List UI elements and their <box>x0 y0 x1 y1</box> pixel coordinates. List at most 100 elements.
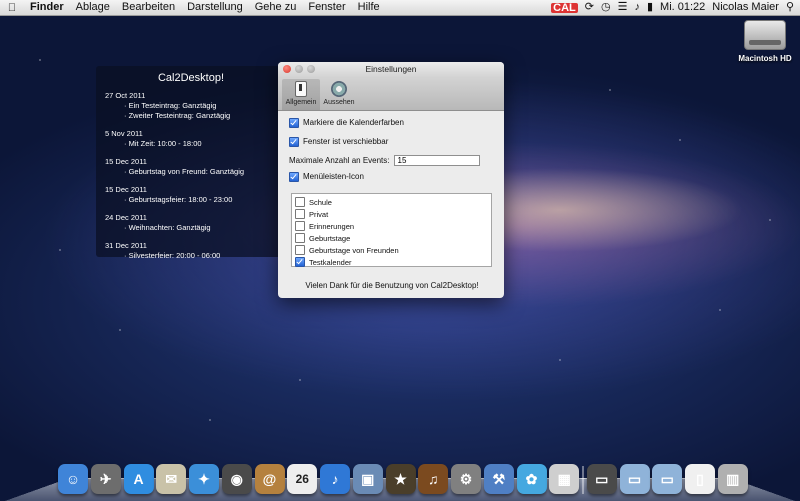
prefs-toolbar: Allgemein Aussehen <box>278 77 504 111</box>
list-item: Schule <box>292 196 491 208</box>
mail-icon[interactable]: ✉ <box>156 464 187 494</box>
zoom-button[interactable] <box>307 65 315 73</box>
tab-appearance[interactable]: Aussehen <box>320 79 358 110</box>
max-events-input[interactable] <box>393 155 480 166</box>
app-store-glyph: A <box>133 471 144 487</box>
event-entry: · Mit Zeit: 10:00 - 18:00 <box>124 139 202 148</box>
event-group: 24 Dec 2011 · Weihnachten: Ganztägig <box>105 213 286 233</box>
time-machine-icon[interactable]: ◷ <box>601 0 611 15</box>
cal2desktop-menu-icon[interactable]: CAL <box>551 2 578 13</box>
event-date: 24 Dec 2011 <box>105 213 147 222</box>
applications-folder-glyph: ▭ <box>595 470 609 487</box>
calendar-label: Testkalender <box>309 257 352 267</box>
downloads-folder-icon[interactable]: ▭ <box>652 464 683 494</box>
calendar-checkbox-testkalender[interactable] <box>295 257 305 267</box>
event-group: 15 Dec 2011 · Geburtstagsfeier: 18:00 - … <box>105 185 286 205</box>
documents-folder-icon[interactable]: ▭ <box>619 464 650 494</box>
twitter-icon[interactable]: ✿ <box>516 464 547 494</box>
system-preferences-icon[interactable]: ⚙ <box>451 464 481 494</box>
minimize-button[interactable] <box>295 65 303 73</box>
calendar-list[interactable]: Schule Privat Erinnerungen Geburtstage G… <box>291 193 492 267</box>
menu-fenster[interactable]: Fenster <box>302 0 351 15</box>
menu-ablage[interactable]: Ablage <box>70 0 116 15</box>
xcode-icon[interactable]: ⚒ <box>483 464 514 494</box>
close-button[interactable] <box>283 65 291 73</box>
garageband-glyph: ♫ <box>428 471 439 487</box>
event-entry: · Geburtstag von Freund: Ganztägig <box>124 167 245 176</box>
list-item: Geburtstage von Freunden <box>292 244 491 256</box>
user-name[interactable]: Nicolas Maier <box>712 0 779 15</box>
spotlight-icon[interactable]: ⚲ <box>786 0 794 15</box>
event-date: 31 Dec 2011 <box>105 241 147 250</box>
list-item: Privat <box>292 208 491 220</box>
dock: ☺ ✈ A ✉ ✦ ◉ @26 ♪ ▣ ★ ♫ ⚙ ⚒ ✿ ▦ ▭ ▭ ▭ ▯ ▥ <box>58 458 748 494</box>
option-calendar-colors: Markiere die Kalenderfarben <box>289 116 495 129</box>
finder-glyph: ☺ <box>65 471 81 487</box>
menu-gehe-zu[interactable]: Gehe zu <box>249 0 303 15</box>
facetime-icon[interactable]: ◉ <box>221 464 252 494</box>
battery-icon[interactable]: ▮ <box>647 0 653 15</box>
garageband-icon[interactable]: ♫ <box>418 464 449 494</box>
macintosh-hd[interactable]: Macintosh HD <box>735 20 795 63</box>
event-group: 31 Dec 2011 · Silvesterfeier: 20:00 - 06… <box>105 241 286 261</box>
itunes-icon[interactable]: ♪ <box>320 464 350 494</box>
iphoto-icon[interactable]: ▣ <box>352 464 383 494</box>
movable-label: Fenster ist verschiebbar <box>303 137 389 146</box>
event-group: 5 Nov 2011 · Mit Zeit: 10:00 - 18:00 <box>105 129 286 149</box>
option-max-events: Maximale Anzahl an Events: <box>289 154 495 167</box>
menu-bearbeiten[interactable]: Bearbeiten <box>116 0 181 15</box>
calendar-label: Privat <box>309 209 329 219</box>
imovie-icon[interactable]: ★ <box>385 464 416 494</box>
menu-hilfe[interactable]: Hilfe <box>352 0 386 15</box>
xcode-glyph: ⚒ <box>492 470 506 487</box>
facetime-glyph: ◉ <box>230 470 243 487</box>
hard-drive-icon <box>744 20 786 50</box>
calendar-colors-checkbox[interactable] <box>289 117 299 128</box>
cal2desktop-widget[interactable]: Cal2Desktop! 27 Oct 2011 · Ein Testeintr… <box>96 66 286 260</box>
imovie-glyph: ★ <box>394 470 407 487</box>
safari-icon[interactable]: ✦ <box>189 464 219 494</box>
menu-bar:  Finder Ablage Bearbeiten Darstellung G… <box>0 0 800 16</box>
event-entry: · Ein Testeintrag: Ganztägig <box>124 101 217 110</box>
address-book-glyph: @ <box>262 471 277 487</box>
tab-general-label: Allgemein <box>285 99 317 106</box>
event-group: 27 Oct 2011 · Ein Testeintrag: Ganztägig… <box>105 91 286 121</box>
menu-app-name[interactable]: Finder <box>24 0 70 15</box>
safari-glyph: ✦ <box>198 470 210 487</box>
calendar-checkbox-privat[interactable] <box>295 209 305 219</box>
event-date: 5 Nov 2011 <box>105 129 143 138</box>
calendar-checkbox-schule[interactable] <box>295 197 305 207</box>
movable-checkbox[interactable] <box>289 136 299 147</box>
window-titlebar[interactable]: Einstellungen <box>278 62 504 77</box>
apple-menu-icon[interactable]:  <box>0 2 24 14</box>
sync-icon[interactable]: ⟳ <box>585 0 594 15</box>
option-menubar-icon: Menüleisten-Icon <box>289 170 495 183</box>
ical-icon[interactable]: 26 <box>287 464 318 494</box>
applications-folder-icon[interactable]: ▭ <box>586 464 617 494</box>
trash-icon[interactable]: ▥ <box>717 464 748 494</box>
wifi-icon[interactable]: ☰ <box>618 0 628 15</box>
menu-darstellung[interactable]: Darstellung <box>181 0 249 15</box>
gear-icon <box>331 81 347 97</box>
finder-icon[interactable]: ☺ <box>58 464 88 494</box>
menubar-icon-checkbox[interactable] <box>289 171 299 182</box>
calendar-colors-label: Markiere die Kalenderfarben <box>303 118 404 127</box>
calendar-checkbox-geburtstage-freunde[interactable] <box>295 245 305 255</box>
calendar-label: Erinnerungen <box>309 221 355 231</box>
document-stack-icon[interactable]: ▯ <box>685 464 715 494</box>
clock[interactable]: Mi. 01:22 <box>660 0 705 15</box>
tab-general[interactable]: Allgemein <box>282 79 320 110</box>
calendar-label: Geburtstage <box>309 233 351 243</box>
calendar-checkbox-erinnerungen[interactable] <box>295 221 305 231</box>
address-book-icon[interactable]: @ <box>254 464 285 494</box>
calculator-icon[interactable]: ▦ <box>549 464 580 494</box>
widget-title: Cal2Desktop! <box>157 72 225 84</box>
prefs-content: Markiere die Kalenderfarben Fenster ist … <box>278 111 504 290</box>
trash-glyph: ▥ <box>726 470 740 487</box>
app-store-icon[interactable]: A <box>123 464 154 494</box>
macintosh-hd-label: Macintosh HD <box>738 54 792 63</box>
calendar-checkbox-geburtstage[interactable] <box>295 233 305 243</box>
ical-glyph: 26 <box>295 472 309 486</box>
launchpad-icon[interactable]: ✈ <box>90 464 121 494</box>
volume-icon[interactable]: ♪ <box>634 0 640 15</box>
